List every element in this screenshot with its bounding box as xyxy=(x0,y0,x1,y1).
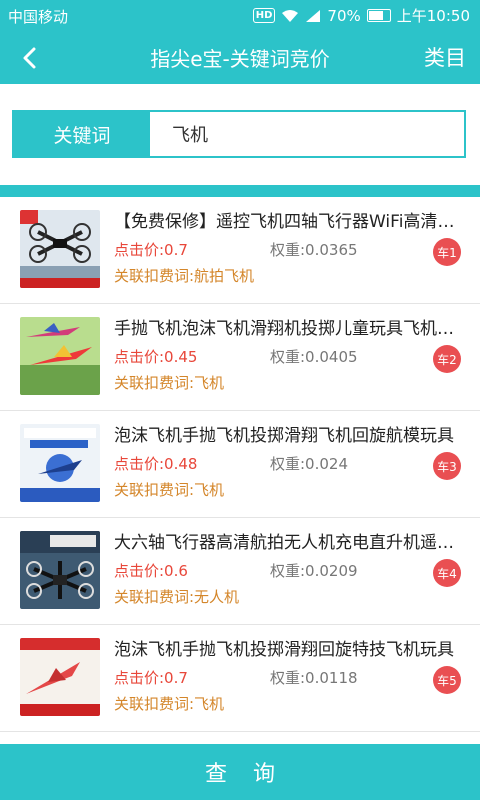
list-item[interactable]: 泡沫飞机手抛飞机投掷滑翔飞机回旋航模玩具 点击价:0.48 权重:0.024 关… xyxy=(0,411,480,518)
item-related-keyword: 关联扣费词:飞机 xyxy=(114,695,225,713)
item-title: 手抛飞机泡沫飞机滑翔机投掷儿童玩具飞机模型 xyxy=(114,319,459,339)
battery-percent: 70% xyxy=(327,6,361,25)
car-badge: 车5 xyxy=(433,666,461,694)
wifi-icon xyxy=(282,9,299,22)
product-thumbnail xyxy=(20,638,100,716)
carrier-name: 中国移动 xyxy=(8,8,69,26)
car-badge: 车4 xyxy=(433,559,461,587)
status-icons: HD 70% 上午10:50 xyxy=(252,5,470,26)
signal-icon xyxy=(306,9,321,22)
nav-bar: 指尖e宝-关键词竞价 类目 xyxy=(0,32,480,84)
result-list: 【免费保修】遥控飞机四轴飞行器WiFi高清航拍无人机 点击价:0.7 权重:0.… xyxy=(0,197,480,732)
keyword-search-box: 关键词 xyxy=(12,110,466,158)
item-title: 大六轴飞行器高清航拍无人机充电直升机遥控飞机 xyxy=(114,533,459,553)
keyword-input[interactable] xyxy=(150,112,464,156)
item-click-price: 点击价:0.45 xyxy=(114,348,198,366)
item-weight: 权重:0.0365 xyxy=(270,241,358,259)
item-click-price: 点击价:0.7 xyxy=(114,669,188,687)
item-title: 泡沫飞机手抛飞机投掷滑翔飞机回旋航模玩具 xyxy=(114,426,454,446)
item-click-price: 点击价:0.6 xyxy=(114,562,188,580)
battery-icon xyxy=(366,9,391,22)
list-item[interactable]: 泡沫飞机手抛飞机投掷滑翔回旋特技飞机玩具 点击价:0.7 权重:0.0118 关… xyxy=(0,625,480,732)
product-thumbnail xyxy=(20,317,100,395)
product-thumbnail xyxy=(20,424,100,502)
status-bar: 中国移动 HD 70% 上午10:50 xyxy=(0,0,480,32)
item-click-price: 点击价:0.48 xyxy=(114,455,198,473)
car-badge: 车3 xyxy=(433,452,461,480)
item-title: 泡沫飞机手抛飞机投掷滑翔回旋特技飞机玩具 xyxy=(114,640,454,660)
category-button[interactable]: 类目 xyxy=(424,42,466,72)
list-item[interactable]: 手抛飞机泡沫飞机滑翔机投掷儿童玩具飞机模型 点击价:0.45 权重:0.0405… xyxy=(0,304,480,411)
item-weight: 权重:0.024 xyxy=(270,455,348,473)
item-weight: 权重:0.0209 xyxy=(270,562,358,580)
hd-icon: HD xyxy=(252,8,276,23)
item-weight: 权重:0.0405 xyxy=(270,348,358,366)
item-related-keyword: 关联扣费词:航拍飞机 xyxy=(114,267,255,285)
query-button[interactable]: 查询 xyxy=(0,744,480,800)
list-item[interactable]: 【免费保修】遥控飞机四轴飞行器WiFi高清航拍无人机 点击价:0.7 权重:0.… xyxy=(0,197,480,304)
car-badge: 车2 xyxy=(433,345,461,373)
item-related-keyword: 关联扣费词:飞机 xyxy=(114,481,225,499)
car-badge: 车1 xyxy=(433,238,461,266)
item-related-keyword: 关联扣费词:无人机 xyxy=(114,588,240,606)
item-related-keyword: 关联扣费词:飞机 xyxy=(114,374,225,392)
page-title: 指尖e宝-关键词竞价 xyxy=(150,47,330,71)
keyword-label: 关键词 xyxy=(14,112,150,156)
item-weight: 权重:0.0118 xyxy=(270,669,358,687)
list-item[interactable]: 大六轴飞行器高清航拍无人机充电直升机遥控飞机 点击价:0.6 权重:0.0209… xyxy=(0,518,480,625)
section-divider xyxy=(0,185,480,197)
item-title: 【免费保修】遥控飞机四轴飞行器WiFi高清航拍无人机 xyxy=(114,212,459,232)
product-thumbnail xyxy=(20,210,100,288)
item-click-price: 点击价:0.7 xyxy=(114,241,188,259)
product-thumbnail xyxy=(20,531,100,609)
clock: 上午10:50 xyxy=(396,7,470,25)
